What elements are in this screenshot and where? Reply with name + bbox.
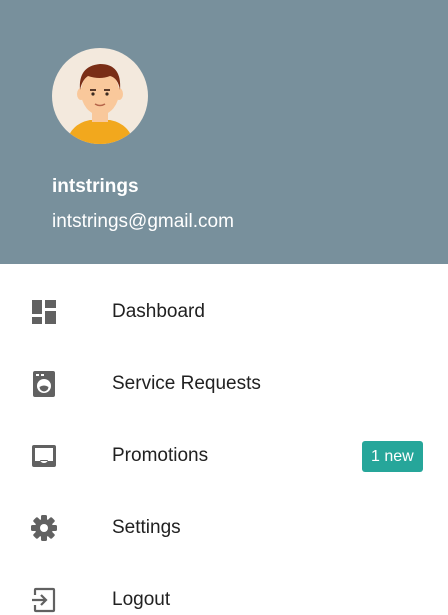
- user-email: intstrings@gmail.com: [52, 211, 234, 232]
- washing-machine-icon: [30, 370, 58, 398]
- drawer-menu: Dashboard Service Requests Promotions 1 …: [0, 276, 448, 615]
- menu-item-settings[interactable]: Settings: [0, 492, 448, 564]
- gear-icon: [30, 514, 58, 542]
- user-name: intstrings: [52, 176, 139, 197]
- inbox-icon: [30, 442, 58, 470]
- new-count-badge: 1 new: [362, 441, 423, 472]
- menu-label-service-requests: Service Requests: [112, 373, 261, 394]
- menu-item-logout[interactable]: Logout: [0, 564, 448, 615]
- menu-label-settings: Settings: [112, 517, 181, 538]
- menu-item-dashboard[interactable]: Dashboard: [0, 276, 448, 348]
- logout-icon: [30, 586, 58, 614]
- menu-label-logout: Logout: [112, 589, 171, 610]
- menu-item-promotions[interactable]: Promotions 1 new: [0, 420, 448, 492]
- menu-label-dashboard: Dashboard: [112, 301, 205, 322]
- avatar[interactable]: [52, 48, 148, 144]
- dashboard-icon: [30, 298, 58, 326]
- menu-item-service-requests[interactable]: Service Requests: [0, 348, 448, 420]
- drawer-header: intstrings intstrings@gmail.com: [0, 0, 448, 264]
- male-user-avatar-icon: [52, 48, 148, 144]
- menu-label-promotions: Promotions: [112, 445, 209, 466]
- navigation-drawer: intstrings intstrings@gmail.com Dashboar…: [0, 0, 448, 615]
